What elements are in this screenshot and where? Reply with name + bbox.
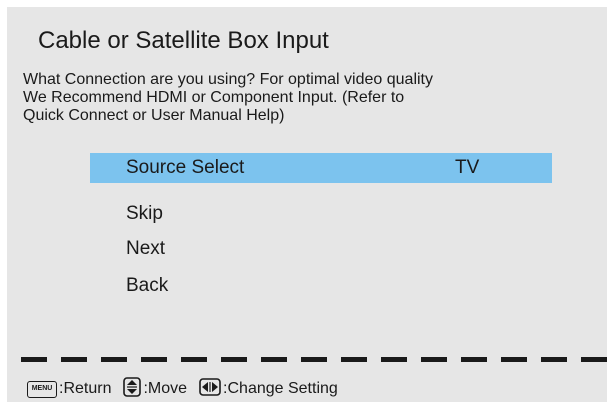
- menu-item-next[interactable]: Next: [90, 234, 552, 264]
- left-right-arrow-icon: [199, 377, 221, 401]
- return-hint: :Return: [59, 380, 112, 397]
- skip-label: Skip: [126, 203, 163, 224]
- page-title: Cable or Satellite Box Input: [38, 27, 329, 54]
- source-select-label: Source Select: [126, 157, 245, 178]
- description-line: What Connection are you using? For optim…: [23, 71, 433, 88]
- change-setting-hint: :Change Setting: [223, 380, 338, 397]
- description-line: Quick Connect or User Manual Help): [23, 107, 285, 124]
- next-label: Next: [126, 238, 166, 259]
- menu-item-source-select[interactable]: Source Select TV: [90, 153, 552, 183]
- back-label: Back: [126, 275, 169, 296]
- dashed-divider: [21, 357, 607, 362]
- up-down-arrow-icon: [123, 376, 142, 402]
- description-line: We Recommend HDMI or Component Input. (R…: [23, 89, 405, 106]
- move-hint: :Move: [143, 380, 188, 397]
- footer-hints: MENU :Return :Move :Change Setting: [27, 376, 338, 402]
- description-text: What Connection are you using? For optim…: [23, 71, 593, 125]
- source-select-value: TV: [455, 157, 480, 178]
- menu-item-back[interactable]: Back: [90, 271, 552, 301]
- setup-dialog: Cable or Satellite Box Input What Connec…: [7, 7, 607, 402]
- menu-key-icon: MENU: [27, 380, 57, 398]
- menu-item-skip[interactable]: Skip: [90, 199, 552, 229]
